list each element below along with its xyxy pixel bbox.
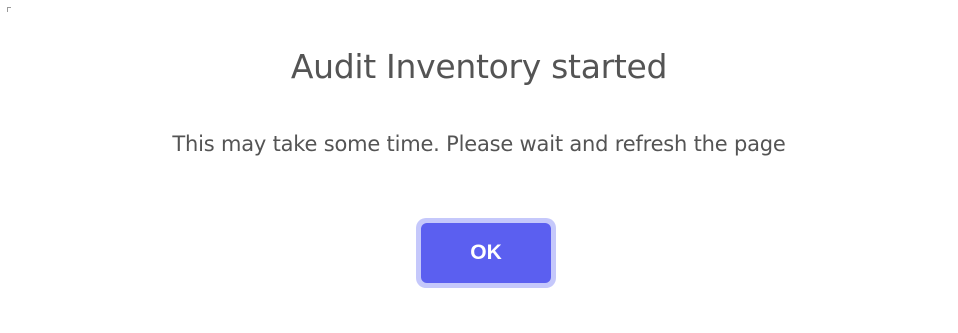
ok-button[interactable]: OK <box>421 223 551 283</box>
dialog-message: This may take some time. Please wait and… <box>172 132 786 156</box>
dialog-title: Audit Inventory started <box>290 47 668 86</box>
alert-dialog: Audit Inventory started This may take so… <box>0 0 958 333</box>
dialog-corner-mark <box>7 7 11 12</box>
ok-button-focus-ring: OK <box>416 218 556 288</box>
